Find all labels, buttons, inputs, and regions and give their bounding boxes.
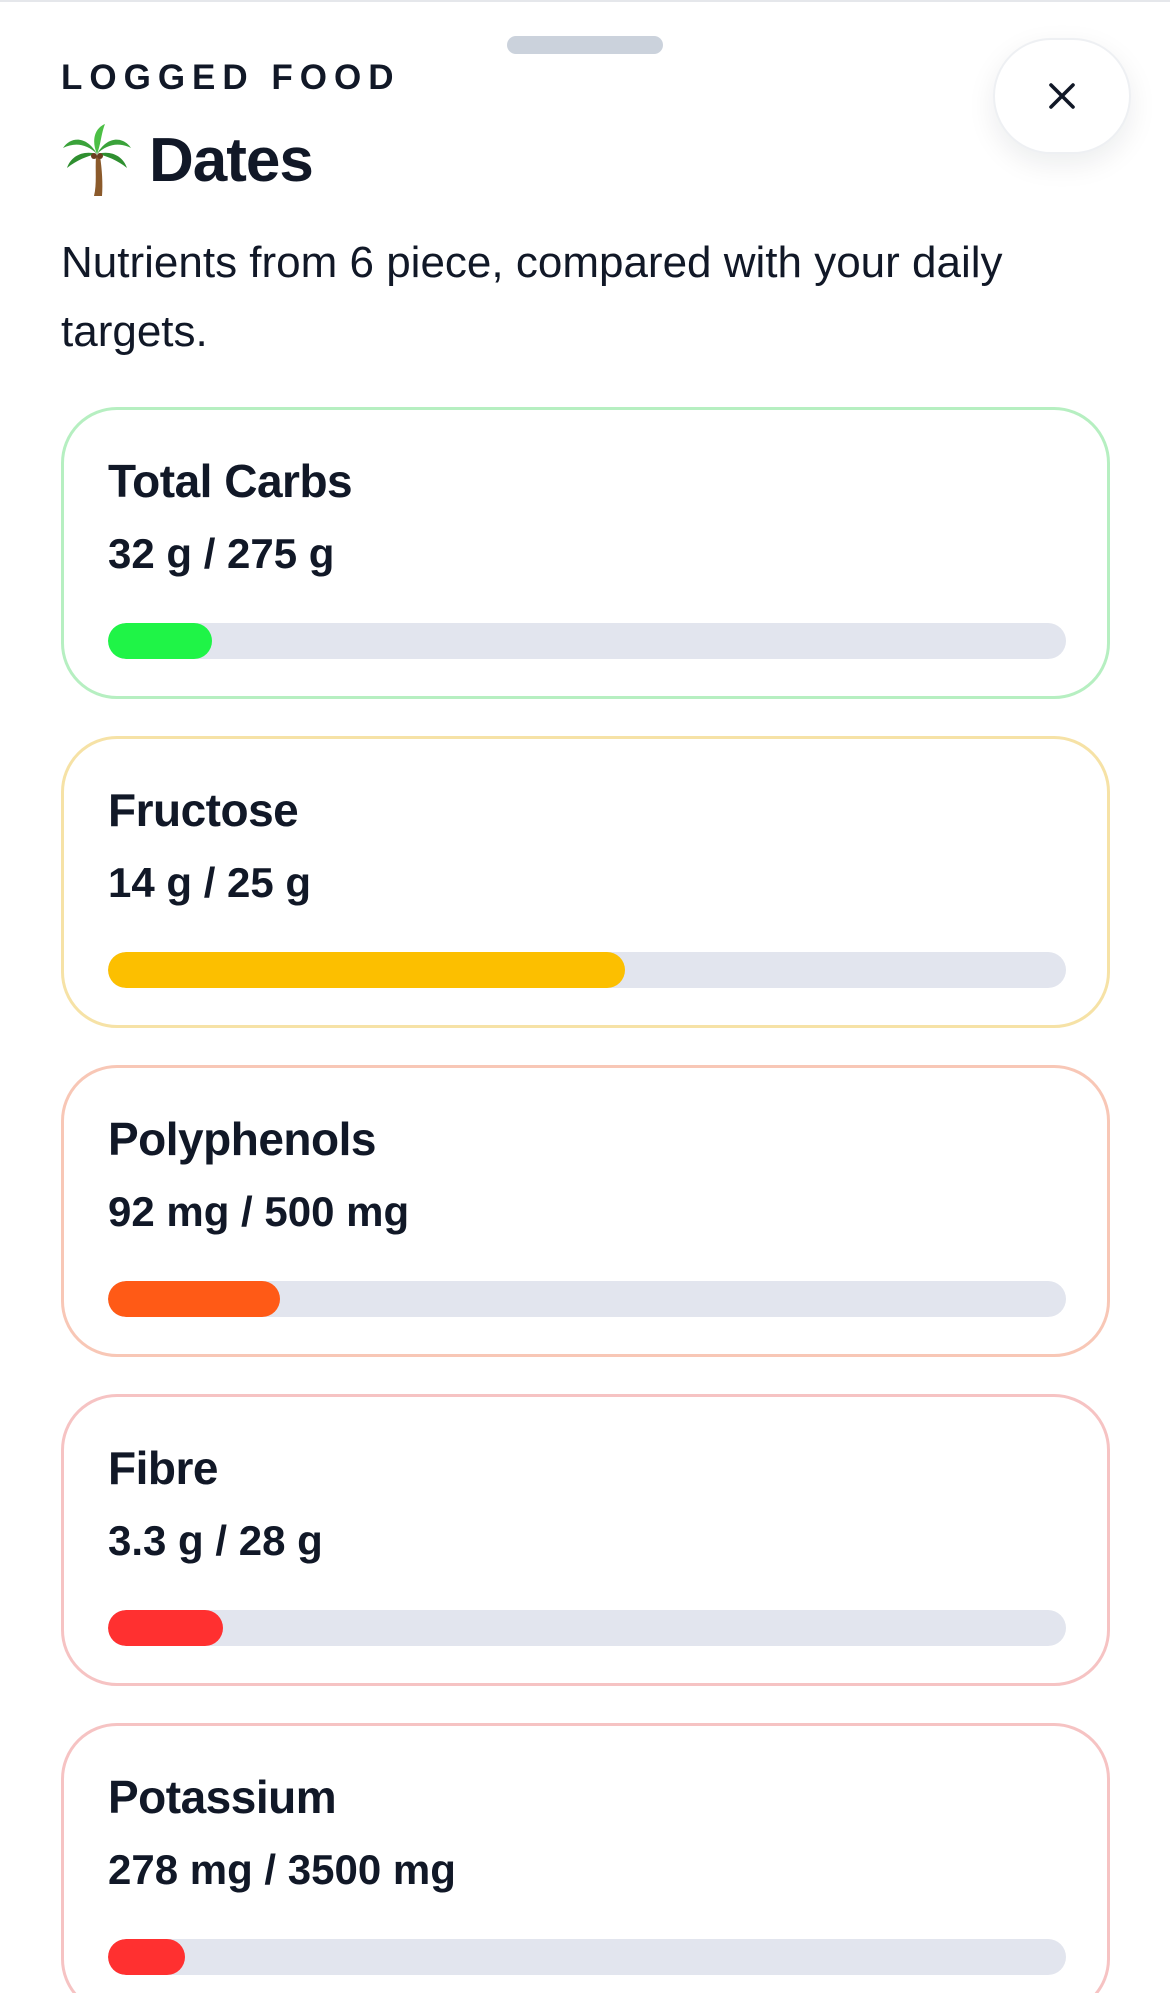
- progress-fill: [108, 952, 626, 988]
- progress-track: [108, 1281, 1066, 1317]
- nutrient-value: 278 mg / 3500 mg: [108, 1846, 456, 1893]
- eyebrow-label: LOGGED FOOD: [61, 58, 401, 97]
- nutrient-value: 14 g / 25 g: [108, 859, 312, 906]
- close-icon: [1049, 83, 1075, 109]
- nutrient-card-total-carbs: Total Carbs 32 g / 275 g: [61, 407, 1110, 699]
- sheet-grabber-handle[interactable]: [507, 36, 663, 54]
- progress-fill: [108, 1281, 281, 1317]
- nutrient-name: Fructose: [108, 784, 299, 836]
- subtitle-text: Nutrients from 6 piece, compared with yo…: [61, 238, 1003, 356]
- close-button[interactable]: [993, 38, 1131, 154]
- progress-track: [108, 1610, 1066, 1646]
- nutrient-card-polyphenols: Polyphenols 92 mg / 500 mg: [61, 1065, 1110, 1357]
- progress-track: [108, 1939, 1066, 1975]
- progress-track: [108, 623, 1066, 659]
- progress-fill: [108, 623, 213, 659]
- progress-fill: [108, 1939, 185, 1975]
- nutrient-name: Fibre: [108, 1442, 218, 1494]
- nutrient-card-fibre: Fibre 3.3 g / 28 g: [61, 1394, 1110, 1686]
- progress-track: [108, 952, 1066, 988]
- page-title: Dates: [149, 125, 314, 195]
- food-title-row: Dates: [61, 120, 314, 200]
- nutrient-name: Potassium: [108, 1771, 337, 1823]
- nutrient-value: 3.3 g / 28 g: [108, 1517, 323, 1564]
- nutrient-value: 92 mg / 500 mg: [108, 1188, 410, 1235]
- logged-food-sheet: LOGGED FOOD Dates Nutrients from 6 piece…: [0, 0, 1170, 1993]
- nutrient-value: 32 g / 275 g: [108, 530, 335, 577]
- nutrient-name: Polyphenols: [108, 1113, 376, 1165]
- nutrient-card-potassium: Potassium 278 mg / 3500 mg: [61, 1723, 1110, 1993]
- palm-tree-icon: [63, 124, 131, 196]
- progress-fill: [108, 1610, 223, 1646]
- nutrient-name: Total Carbs: [108, 455, 353, 507]
- nutrient-card-fructose: Fructose 14 g / 25 g: [61, 736, 1110, 1028]
